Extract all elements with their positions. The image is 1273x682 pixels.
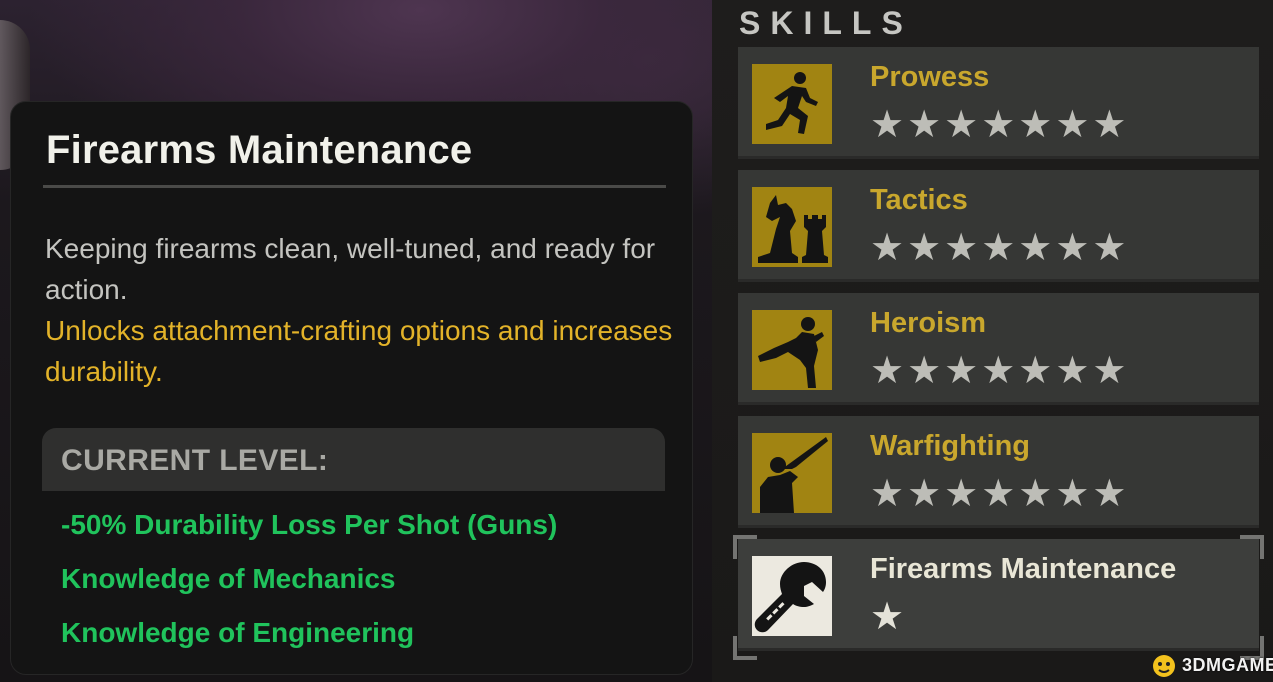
skill-star-rating: ★★★★★★★ <box>870 350 1130 392</box>
running-figure-icon <box>752 64 832 144</box>
title-divider <box>43 185 666 188</box>
current-level-header: CURRENT LEVEL: <box>42 428 665 491</box>
watermark: 3DMGAME <box>1150 650 1273 680</box>
skills-header: SKILLS <box>739 5 913 41</box>
skill-row-firearms-maintenance[interactable]: Firearms Maintenance ★ <box>738 539 1259 651</box>
rifleman-icon <box>752 433 832 513</box>
skill-row-tactics[interactable]: Tactics ★★★★★★★ <box>738 170 1259 282</box>
current-level-label: CURRENT LEVEL: <box>61 444 329 477</box>
skill-star-rating: ★★★★★★★ <box>870 227 1130 269</box>
level-bonus-item: Knowledge of Mechanics <box>61 563 396 594</box>
skill-detail-title: Firearms Maintenance <box>46 128 473 172</box>
selection-corner-bracket <box>733 535 757 559</box>
chess-pieces-icon <box>752 187 832 267</box>
skill-name: Prowess <box>870 61 990 93</box>
skill-name: Warfighting <box>870 430 1030 462</box>
skill-name: Heroism <box>870 307 987 339</box>
watermark-text: 3DMGAME <box>1182 654 1273 675</box>
skill-row-prowess[interactable]: Prowess ★★★★★★★ <box>738 47 1259 159</box>
skill-name: Tactics <box>870 184 968 216</box>
skill-row-heroism[interactable]: Heroism ★★★★★★★ <box>738 293 1259 405</box>
kicking-figure-icon <box>752 310 832 390</box>
selection-corner-bracket <box>1240 535 1264 559</box>
skill-row-warfighting[interactable]: Warfighting ★★★★★★★ <box>738 416 1259 528</box>
level-bonus-item: -50% Durability Loss Per Shot (Guns) <box>61 509 558 540</box>
skill-unlock-text: Unlocks attachment-crafting options and … <box>45 315 673 387</box>
skill-name: Firearms Maintenance <box>870 553 1177 585</box>
skill-star-rating: ★ <box>870 596 908 638</box>
skill-star-rating: ★★★★★★★ <box>870 473 1130 515</box>
skill-star-rating: ★★★★★★★ <box>870 104 1130 146</box>
wrench-icon <box>752 556 832 636</box>
mascot-icon <box>1153 655 1175 677</box>
skill-description: Keeping firearms clean, well-tuned, and … <box>45 233 656 305</box>
level-bonus-item: Knowledge of Engineering <box>61 617 415 648</box>
selection-corner-bracket <box>733 636 757 660</box>
skill-detail-card: Firearms Maintenance Keeping firearms cl… <box>10 101 693 675</box>
